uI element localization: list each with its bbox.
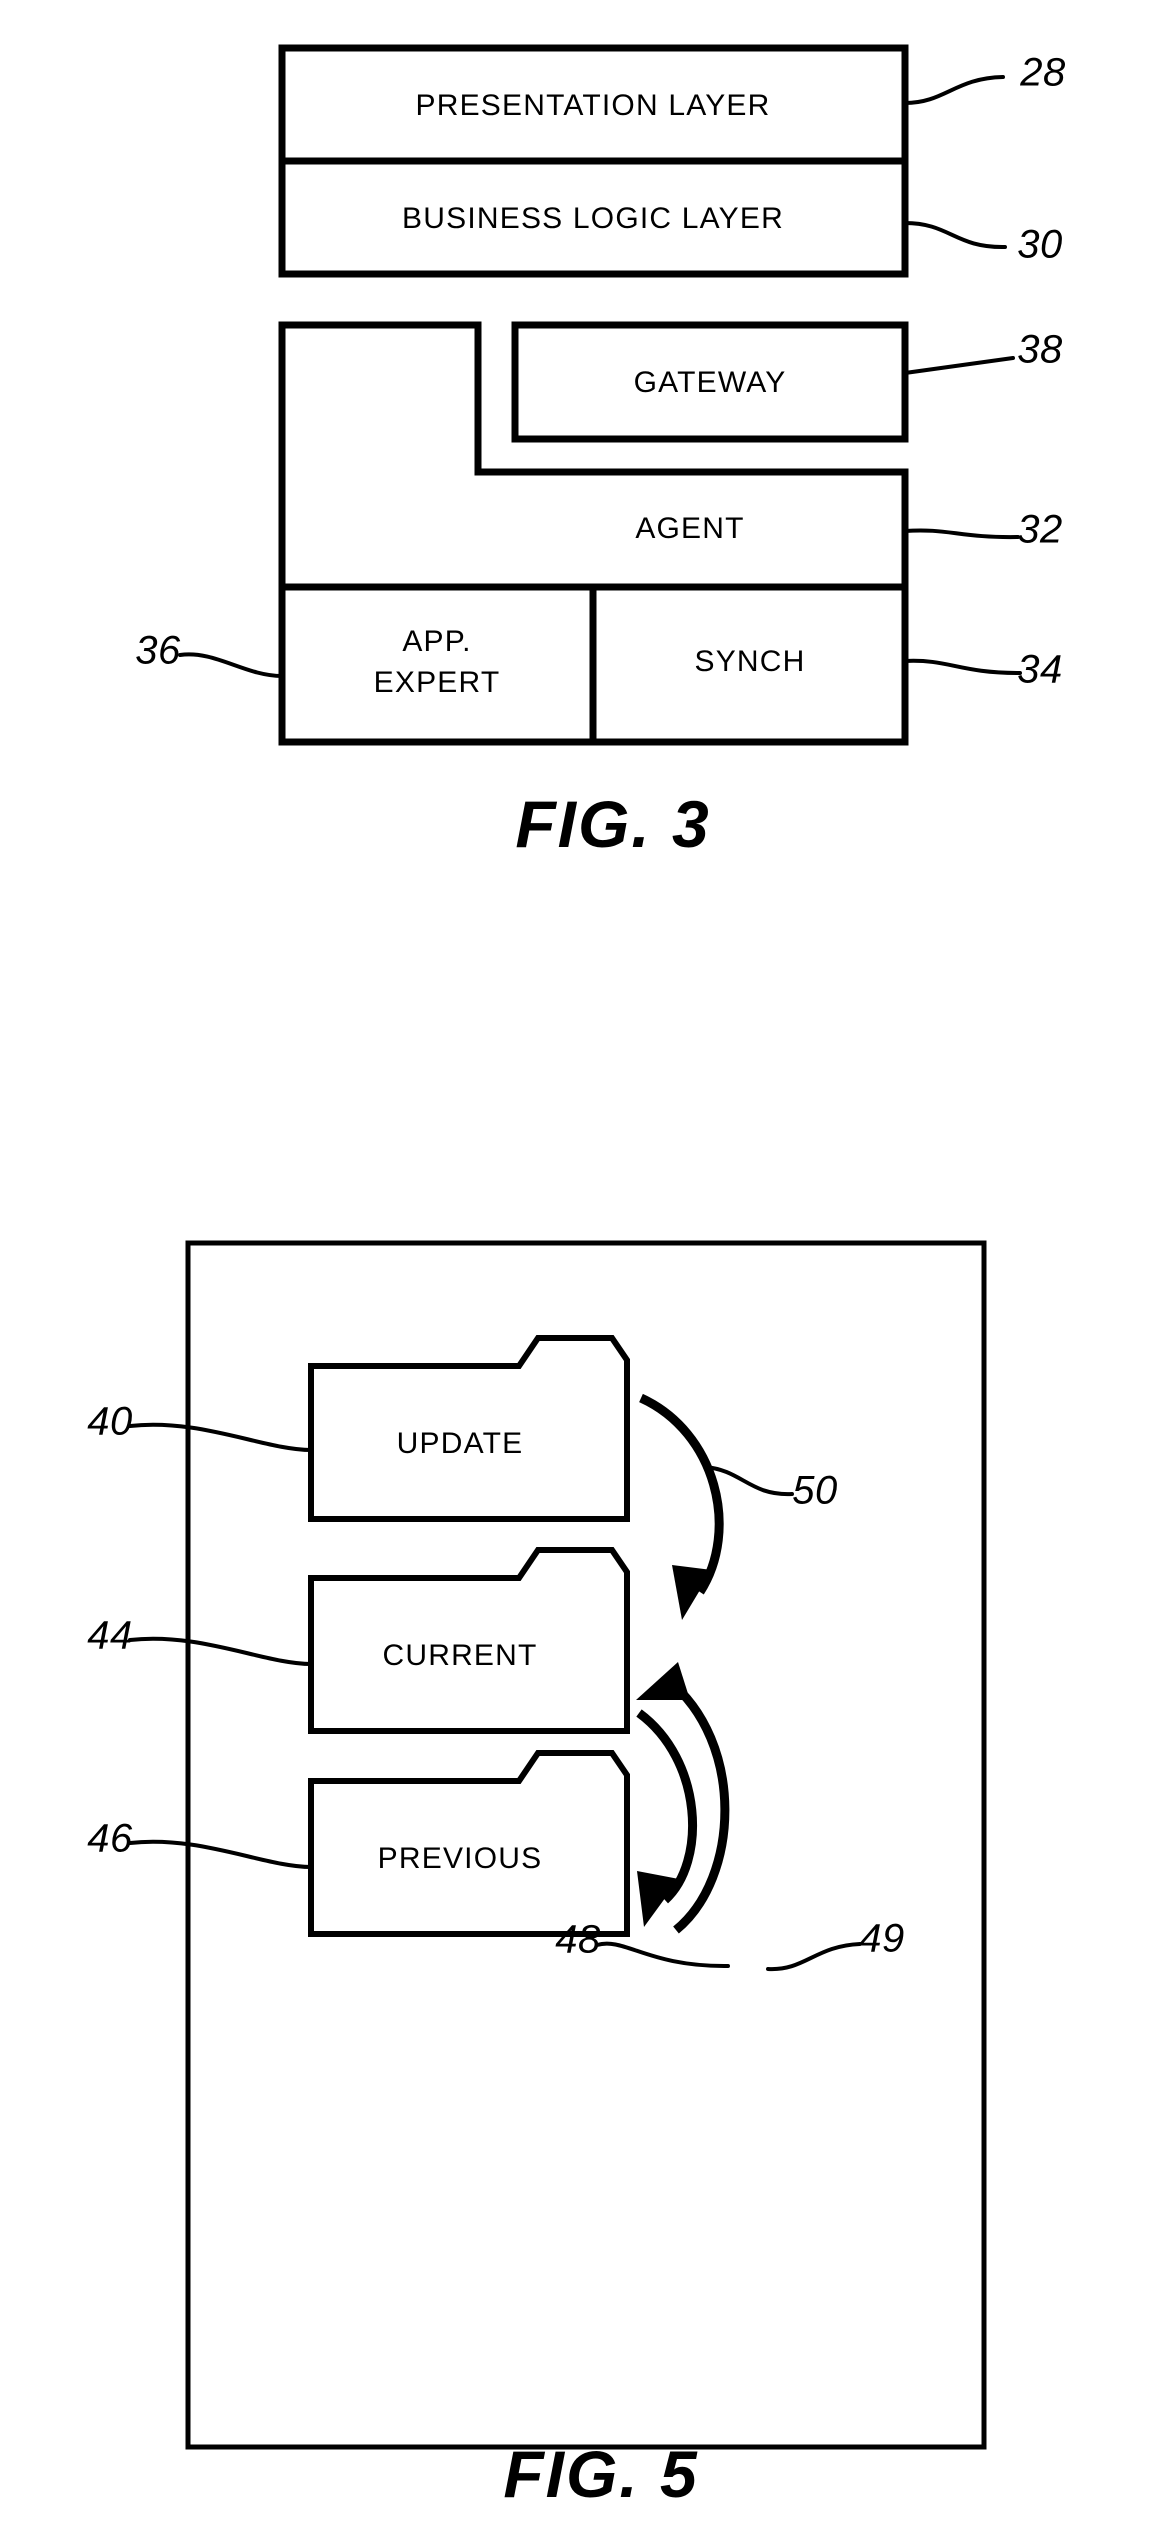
figure-3: PRESENTATION LAYER BUSINESS LOGIC LAYER … xyxy=(135,44,1066,861)
ref-48: 48 xyxy=(555,1918,601,1962)
update-folder-label: UPDATE xyxy=(397,1427,524,1460)
figure-5-caption: FIG. 5 xyxy=(503,2437,698,2511)
app-expert-label-line2: EXPERT xyxy=(374,666,501,699)
ref-40: 40 xyxy=(87,1400,133,1444)
gateway-label: GATEWAY xyxy=(634,366,787,399)
business-logic-layer-label: BUSINESS LOGIC LAYER xyxy=(402,202,784,235)
leader-line-38 xyxy=(903,356,1015,375)
ref-32: 32 xyxy=(1017,508,1063,552)
leader-line-28 xyxy=(903,75,1005,105)
figure-3-and-figure-5: PRESENTATION LAYER BUSINESS LOGIC LAYER … xyxy=(87,44,1066,2511)
ref-44: 44 xyxy=(87,1614,133,1658)
ref-30: 30 xyxy=(1017,223,1063,267)
ref-34: 34 xyxy=(1017,648,1063,692)
leader-line-34 xyxy=(903,658,1022,675)
leader-line-30 xyxy=(903,221,1007,250)
patent-drawing-sheet: PRESENTATION LAYER BUSINESS LOGIC LAYER … xyxy=(0,0,1161,2529)
figure-5: UPDATE CURRENT PREVIOUS 40 44 46 50 48 4… xyxy=(87,1240,987,2511)
figure-3-caption: FIG. 3 xyxy=(515,787,710,861)
agent-label: AGENT xyxy=(635,512,744,545)
leader-line-36 xyxy=(178,652,284,678)
presentation-layer-label: PRESENTATION LAYER xyxy=(416,89,771,122)
ref-28: 28 xyxy=(1019,51,1066,95)
ref-38: 38 xyxy=(1017,328,1063,372)
leader-line-32 xyxy=(903,528,1020,540)
ref-49: 49 xyxy=(859,1917,905,1961)
previous-folder-label: PREVIOUS xyxy=(378,1842,543,1875)
ref-36: 36 xyxy=(135,629,181,673)
ref-50: 50 xyxy=(792,1469,838,1513)
synch-label: SYNCH xyxy=(694,645,805,678)
app-expert-label-line1: APP. xyxy=(402,625,471,658)
ref-46: 46 xyxy=(87,1817,133,1861)
current-folder-label: CURRENT xyxy=(382,1639,537,1672)
